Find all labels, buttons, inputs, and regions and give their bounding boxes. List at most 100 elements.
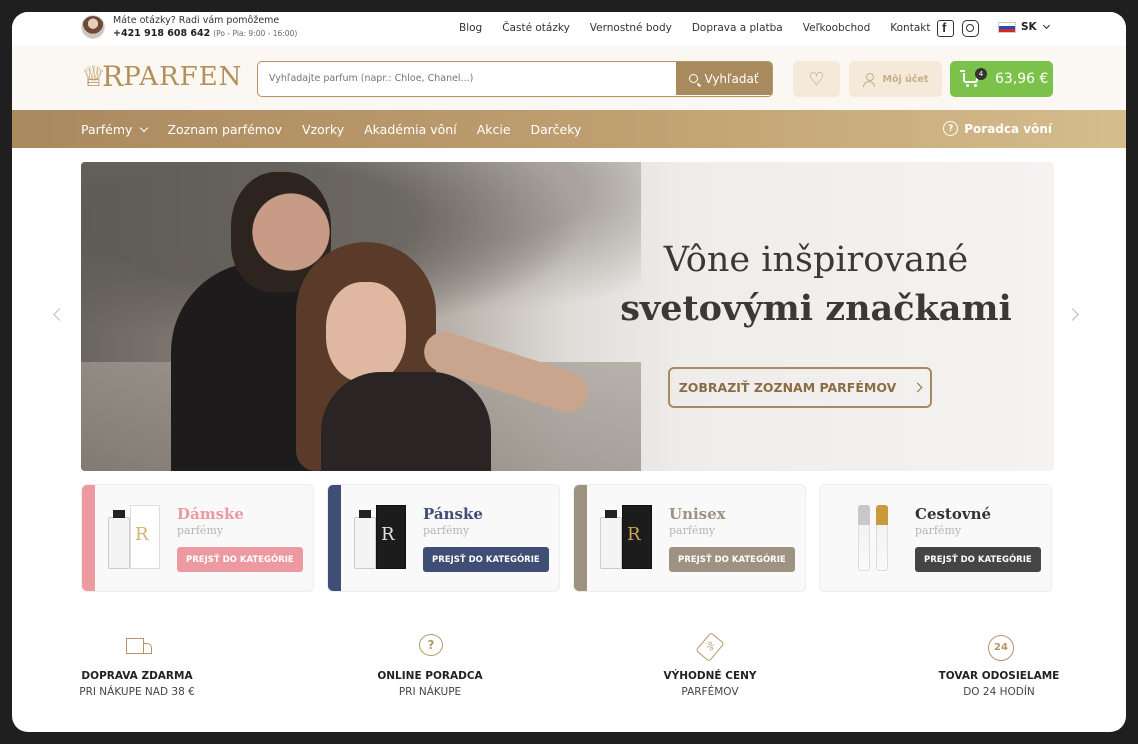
category-button[interactable]: PREJSŤ DO KATEGÓRIE bbox=[423, 547, 549, 572]
slovak-flag-icon bbox=[998, 21, 1016, 33]
chevron-right-icon bbox=[912, 382, 923, 393]
nav-item-samples[interactable]: Vzorky bbox=[302, 122, 344, 137]
top-info-bar: Máte otázky? Radi vám pomôžeme +421 918 … bbox=[12, 12, 1126, 46]
help-contact: +421 918 608 642 (Po - Pia: 9:00 - 16:00) bbox=[113, 28, 297, 39]
category-name: Dámske bbox=[177, 505, 244, 523]
perfume-bottle-image bbox=[354, 510, 376, 569]
category-cards: R Dámske parfémy PREJSŤ DO KATEGÓRIE R P… bbox=[81, 484, 1054, 592]
search-button[interactable]: Vyhľadať bbox=[676, 62, 772, 95]
account-button[interactable]: Môj účet bbox=[849, 61, 942, 97]
hero-woman-face bbox=[326, 282, 406, 382]
cart-count-badge: 4 bbox=[975, 68, 987, 80]
perfume-box-image: R bbox=[376, 505, 406, 569]
benefit-24h-dispatch: TOVAR ODOSIELAME DO 24 HODÍN bbox=[899, 632, 1099, 698]
category-card-women[interactable]: R Dámske parfémy PREJSŤ DO KATEGÓRIE bbox=[81, 484, 314, 592]
logo-text: PARFEN bbox=[123, 62, 243, 92]
browser-viewport: Máte otázky? Radi vám pomôžeme +421 918 … bbox=[12, 12, 1126, 732]
hero-banner: Vône inšpirované svetovými značkami ZOBR… bbox=[81, 162, 1054, 471]
hero-title-line1: Vône inšpirované bbox=[663, 240, 969, 280]
truck-icon bbox=[122, 632, 152, 662]
benefits-strip: DOPRAVA ZDARMA PRI NÁKUPE NAD 38 € ONLIN… bbox=[12, 632, 1126, 712]
perfume-bottle-image bbox=[108, 510, 130, 569]
instagram-icon[interactable] bbox=[962, 20, 979, 37]
carousel-prev-arrow[interactable] bbox=[53, 308, 66, 321]
help-hours: (Po - Pia: 9:00 - 16:00) bbox=[213, 29, 298, 38]
category-name: Pánske bbox=[423, 505, 483, 523]
top-link-loyalty[interactable]: Vernostné body bbox=[590, 22, 672, 34]
chevron-down-icon bbox=[1042, 21, 1050, 30]
top-link-faq[interactable]: Časté otázky bbox=[502, 22, 570, 34]
benefit-sub: PARFÉMOV bbox=[681, 686, 739, 698]
nav-item-sales[interactable]: Akcie bbox=[477, 122, 511, 137]
logo-mark-icon: R bbox=[381, 524, 395, 545]
hero-cta-label: ZOBRAZIŤ ZOZNAM PARFÉMOV bbox=[678, 380, 897, 395]
nav-item-perfumes[interactable]: Parfémy bbox=[81, 122, 149, 137]
top-link-wholesale[interactable]: Veľkoobchod bbox=[803, 22, 871, 34]
nav-item-academy[interactable]: Akadémia vôní bbox=[364, 122, 457, 137]
benefit-sub: PRI NÁKUPE NAD 38 € bbox=[79, 686, 195, 698]
category-stripe bbox=[574, 485, 587, 591]
heart-icon: ♡ bbox=[808, 68, 825, 90]
category-card-men[interactable]: R Pánske parfémy PREJSŤ DO KATEGÓRIE bbox=[327, 484, 560, 592]
benefit-title: DOPRAVA ZDARMA bbox=[81, 670, 193, 682]
hero-woman-figure bbox=[321, 372, 491, 471]
benefit-free-shipping: DOPRAVA ZDARMA PRI NÁKUPE NAD 38 € bbox=[37, 632, 237, 698]
category-button[interactable]: PREJSŤ DO KATEGÓRIE bbox=[915, 547, 1041, 572]
bottle-cap bbox=[359, 510, 371, 518]
cart-button[interactable]: 4 63,96 € bbox=[950, 61, 1053, 97]
site-logo[interactable]: ♕R PARFEN bbox=[81, 60, 243, 93]
support-avatar bbox=[81, 15, 105, 39]
category-name: Unisex bbox=[669, 505, 726, 523]
category-sub: parfémy bbox=[915, 524, 962, 537]
wishlist-button[interactable]: ♡ bbox=[793, 61, 840, 97]
help-phone[interactable]: +421 918 608 642 bbox=[113, 28, 210, 39]
hero-cta-button[interactable]: ZOBRAZIŤ ZOZNAM PARFÉMOV bbox=[668, 367, 932, 408]
24h-delivery-icon bbox=[984, 632, 1014, 662]
hero-title: Vône inšpirované svetovými značkami bbox=[591, 237, 1041, 335]
facebook-icon[interactable] bbox=[937, 20, 954, 37]
benefit-good-prices: VÝHODNÉ CENY PARFÉMOV bbox=[610, 632, 810, 698]
advisor-label: Poradca vôní bbox=[964, 121, 1052, 136]
language-label: SK bbox=[1021, 21, 1037, 33]
carousel-next-arrow[interactable] bbox=[1066, 308, 1079, 321]
top-link-shipping[interactable]: Doprava a platba bbox=[692, 22, 783, 34]
logo-mark-icon: R bbox=[135, 524, 149, 545]
perfume-box-image: R bbox=[622, 505, 652, 569]
main-nav: Parfémy Zoznam parfémov Vzorky Akadémia … bbox=[12, 110, 1126, 148]
top-links: Blog Časté otázky Vernostné body Doprava… bbox=[459, 22, 930, 34]
vial-cap-silver bbox=[858, 505, 870, 525]
site-header: ♕R PARFEN Vyhľadať ♡ Môj účet 4 63,96 € bbox=[12, 46, 1126, 110]
search-input[interactable] bbox=[258, 62, 678, 95]
nav-item-perfume-list[interactable]: Zoznam parfémov bbox=[167, 122, 282, 137]
category-stripe bbox=[328, 485, 341, 591]
category-button[interactable]: PREJSŤ DO KATEGÓRIE bbox=[177, 547, 303, 572]
benefit-sub: DO 24 HODÍN bbox=[963, 686, 1035, 698]
category-sub: parfémy bbox=[423, 524, 470, 537]
vial-cap-gold bbox=[876, 505, 888, 525]
category-card-unisex[interactable]: R Unisex parfémy PREJSŤ DO KATEGÓRIE bbox=[573, 484, 806, 592]
logo-mark-icon: ♕R bbox=[81, 60, 123, 93]
travel-vial-gold-image bbox=[876, 505, 888, 571]
nav-perfumes-label: Parfémy bbox=[81, 122, 133, 137]
benefit-sub: PRI NÁKUPE bbox=[398, 686, 462, 698]
top-link-blog[interactable]: Blog bbox=[459, 22, 482, 34]
search-button-label: Vyhľadať bbox=[704, 71, 759, 86]
perfume-box-image: R bbox=[130, 505, 160, 569]
category-button[interactable]: PREJSŤ DO KATEGÓRIE bbox=[669, 547, 795, 572]
scent-advisor-link[interactable]: ? Poradca vôní bbox=[943, 121, 1052, 136]
category-sub: parfémy bbox=[669, 524, 716, 537]
bottle-cap bbox=[113, 510, 125, 518]
account-label: Môj účet bbox=[882, 73, 929, 85]
benefit-title: ONLINE PORADCA bbox=[377, 670, 483, 682]
category-sub: parfémy bbox=[177, 524, 224, 537]
travel-vial-silver-image bbox=[858, 505, 870, 571]
search-bar: Vyhľadať bbox=[257, 61, 773, 97]
category-card-travel[interactable]: Cestovné parfémy PREJSŤ DO KATEGÓRIE bbox=[819, 484, 1052, 592]
language-selector[interactable]: SK bbox=[998, 21, 1050, 33]
top-link-contact[interactable]: Kontakt bbox=[890, 22, 930, 34]
category-stripe bbox=[82, 485, 95, 591]
search-icon bbox=[689, 74, 699, 83]
benefit-title: TOVAR ODOSIELAME bbox=[938, 670, 1060, 682]
nav-item-gifts[interactable]: Darčeky bbox=[531, 122, 582, 137]
price-tag-icon bbox=[695, 632, 725, 662]
